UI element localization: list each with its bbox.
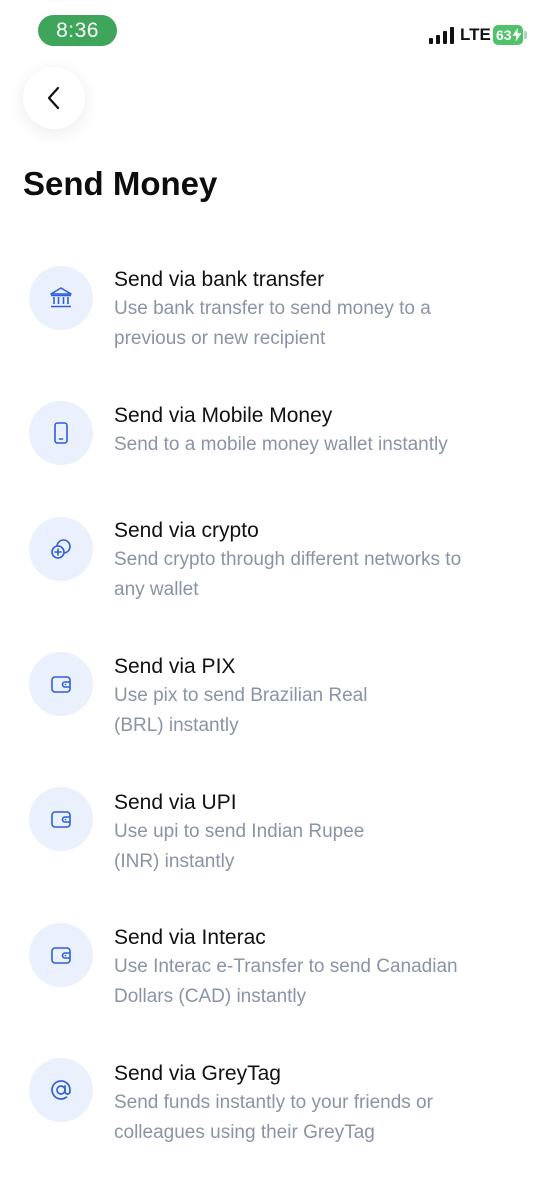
option-description: Dollars (CAD) instantly <box>114 986 307 1007</box>
bolt-icon <box>512 27 522 43</box>
option-description: (BRL) instantly <box>114 715 239 736</box>
at-sign-icon <box>51 1080 71 1100</box>
option-title: Send via PIX <box>114 655 236 678</box>
option-title: Send via Mobile Money <box>114 404 333 427</box>
option-description: previous or new recipient <box>114 328 326 349</box>
option-title: Send via crypto <box>114 519 259 542</box>
status-time[interactable]: 8:36 <box>38 15 117 46</box>
option-icon-container <box>29 266 93 330</box>
option-title: Send via GreyTag <box>114 1062 281 1085</box>
option-description: any wallet <box>114 579 199 600</box>
option-greytag[interactable]: Send via GreyTag Send funds instantly to… <box>0 1058 555 1154</box>
option-icon-container <box>29 517 93 581</box>
option-interac[interactable]: Send via Interac Use Interac e-Transfer … <box>0 922 555 1018</box>
option-description: Use pix to send Brazilian Real <box>114 685 368 706</box>
option-description: Use bank transfer to send money to a <box>114 298 431 319</box>
option-pix[interactable]: Send via PIX Use pix to send Brazilian R… <box>0 651 555 747</box>
option-description: Use Interac e-Transfer to send Canadian <box>114 956 458 977</box>
option-description: colleagues using their GreyTag <box>114 1122 375 1143</box>
battery-indicator: 63 <box>493 25 527 45</box>
network-type: LTE <box>460 25 491 44</box>
option-icon-container <box>29 1058 93 1122</box>
option-bank-transfer[interactable]: Send via bank transfer Use bank transfer… <box>0 264 555 360</box>
wallet-icon <box>51 947 71 964</box>
option-title: Send via UPI <box>114 791 237 814</box>
mobile-phone-icon <box>54 422 68 444</box>
option-icon-container <box>29 401 93 465</box>
option-description: Use upi to send Indian Rupee <box>114 821 365 842</box>
option-description: Send crypto through different networks t… <box>114 549 462 570</box>
wallet-icon <box>51 676 71 693</box>
bank-icon <box>50 287 72 308</box>
back-button[interactable] <box>23 67 85 129</box>
chevron-left-icon <box>47 86 60 110</box>
crypto-icon <box>51 539 71 559</box>
page-title: Send Money <box>23 165 218 202</box>
option-description: (INR) instantly <box>114 851 235 872</box>
option-crypto[interactable]: Send via crypto Send crypto through diff… <box>0 515 555 611</box>
option-mobile-money[interactable]: Send via Mobile Money Send to a mobile m… <box>0 400 555 466</box>
option-description: Send to a mobile money wallet instantly <box>114 434 448 455</box>
battery-tip <box>524 31 527 39</box>
option-description: Send funds instantly to your friends or <box>114 1092 433 1113</box>
signal-icon <box>429 27 454 44</box>
option-title: Send via Interac <box>114 926 266 949</box>
status-bar: 8:36 LTE 63 <box>0 0 555 60</box>
wallet-icon <box>51 811 71 828</box>
option-title: Send via bank transfer <box>114 268 325 291</box>
option-icon-container <box>29 652 93 716</box>
option-icon-container <box>29 787 93 851</box>
option-upi[interactable]: Send via UPI Use upi to send Indian Rupe… <box>0 787 555 883</box>
option-icon-container <box>29 923 93 987</box>
